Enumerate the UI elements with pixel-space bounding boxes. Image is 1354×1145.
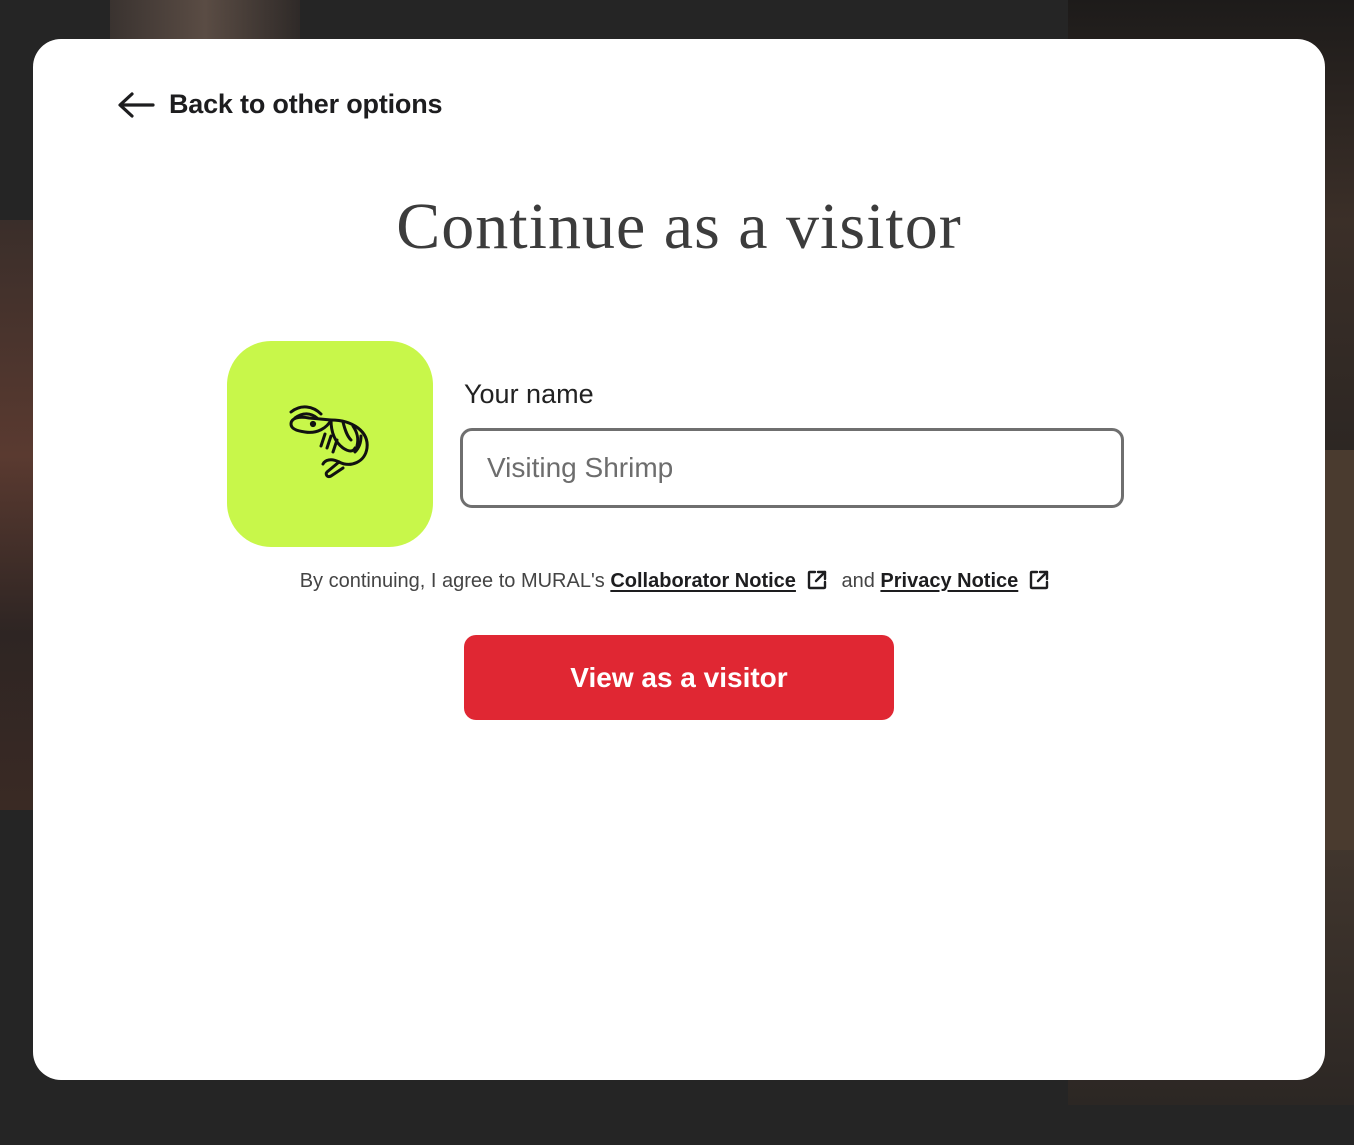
background-image — [0, 220, 34, 810]
name-input[interactable] — [460, 428, 1124, 508]
terms-notice: By continuing, I agree to MURAL's Collab… — [33, 569, 1325, 597]
arrow-left-icon — [117, 91, 155, 119]
external-link-icon[interactable] — [1028, 569, 1050, 597]
view-as-visitor-button[interactable]: View as a visitor — [464, 635, 894, 720]
background-image — [110, 0, 300, 40]
external-link-icon[interactable] — [806, 569, 828, 597]
collaborator-notice-link[interactable]: Collaborator Notice — [610, 570, 796, 592]
terms-prefix: By continuing, I agree to MURAL's — [299, 570, 605, 592]
background-image — [1325, 450, 1354, 850]
avatar — [227, 341, 433, 547]
name-field-label: Your name — [464, 379, 594, 409]
shrimp-icon — [287, 402, 373, 487]
terms-conjunction: and — [841, 570, 875, 592]
visitor-modal: Back to other options Continue as a visi… — [33, 39, 1325, 1080]
back-to-options-link[interactable]: Back to other options — [117, 89, 443, 120]
back-link-label: Back to other options — [169, 89, 443, 119]
page-title: Continue as a visitor — [396, 190, 962, 263]
privacy-notice-link[interactable]: Privacy Notice — [880, 570, 1018, 592]
